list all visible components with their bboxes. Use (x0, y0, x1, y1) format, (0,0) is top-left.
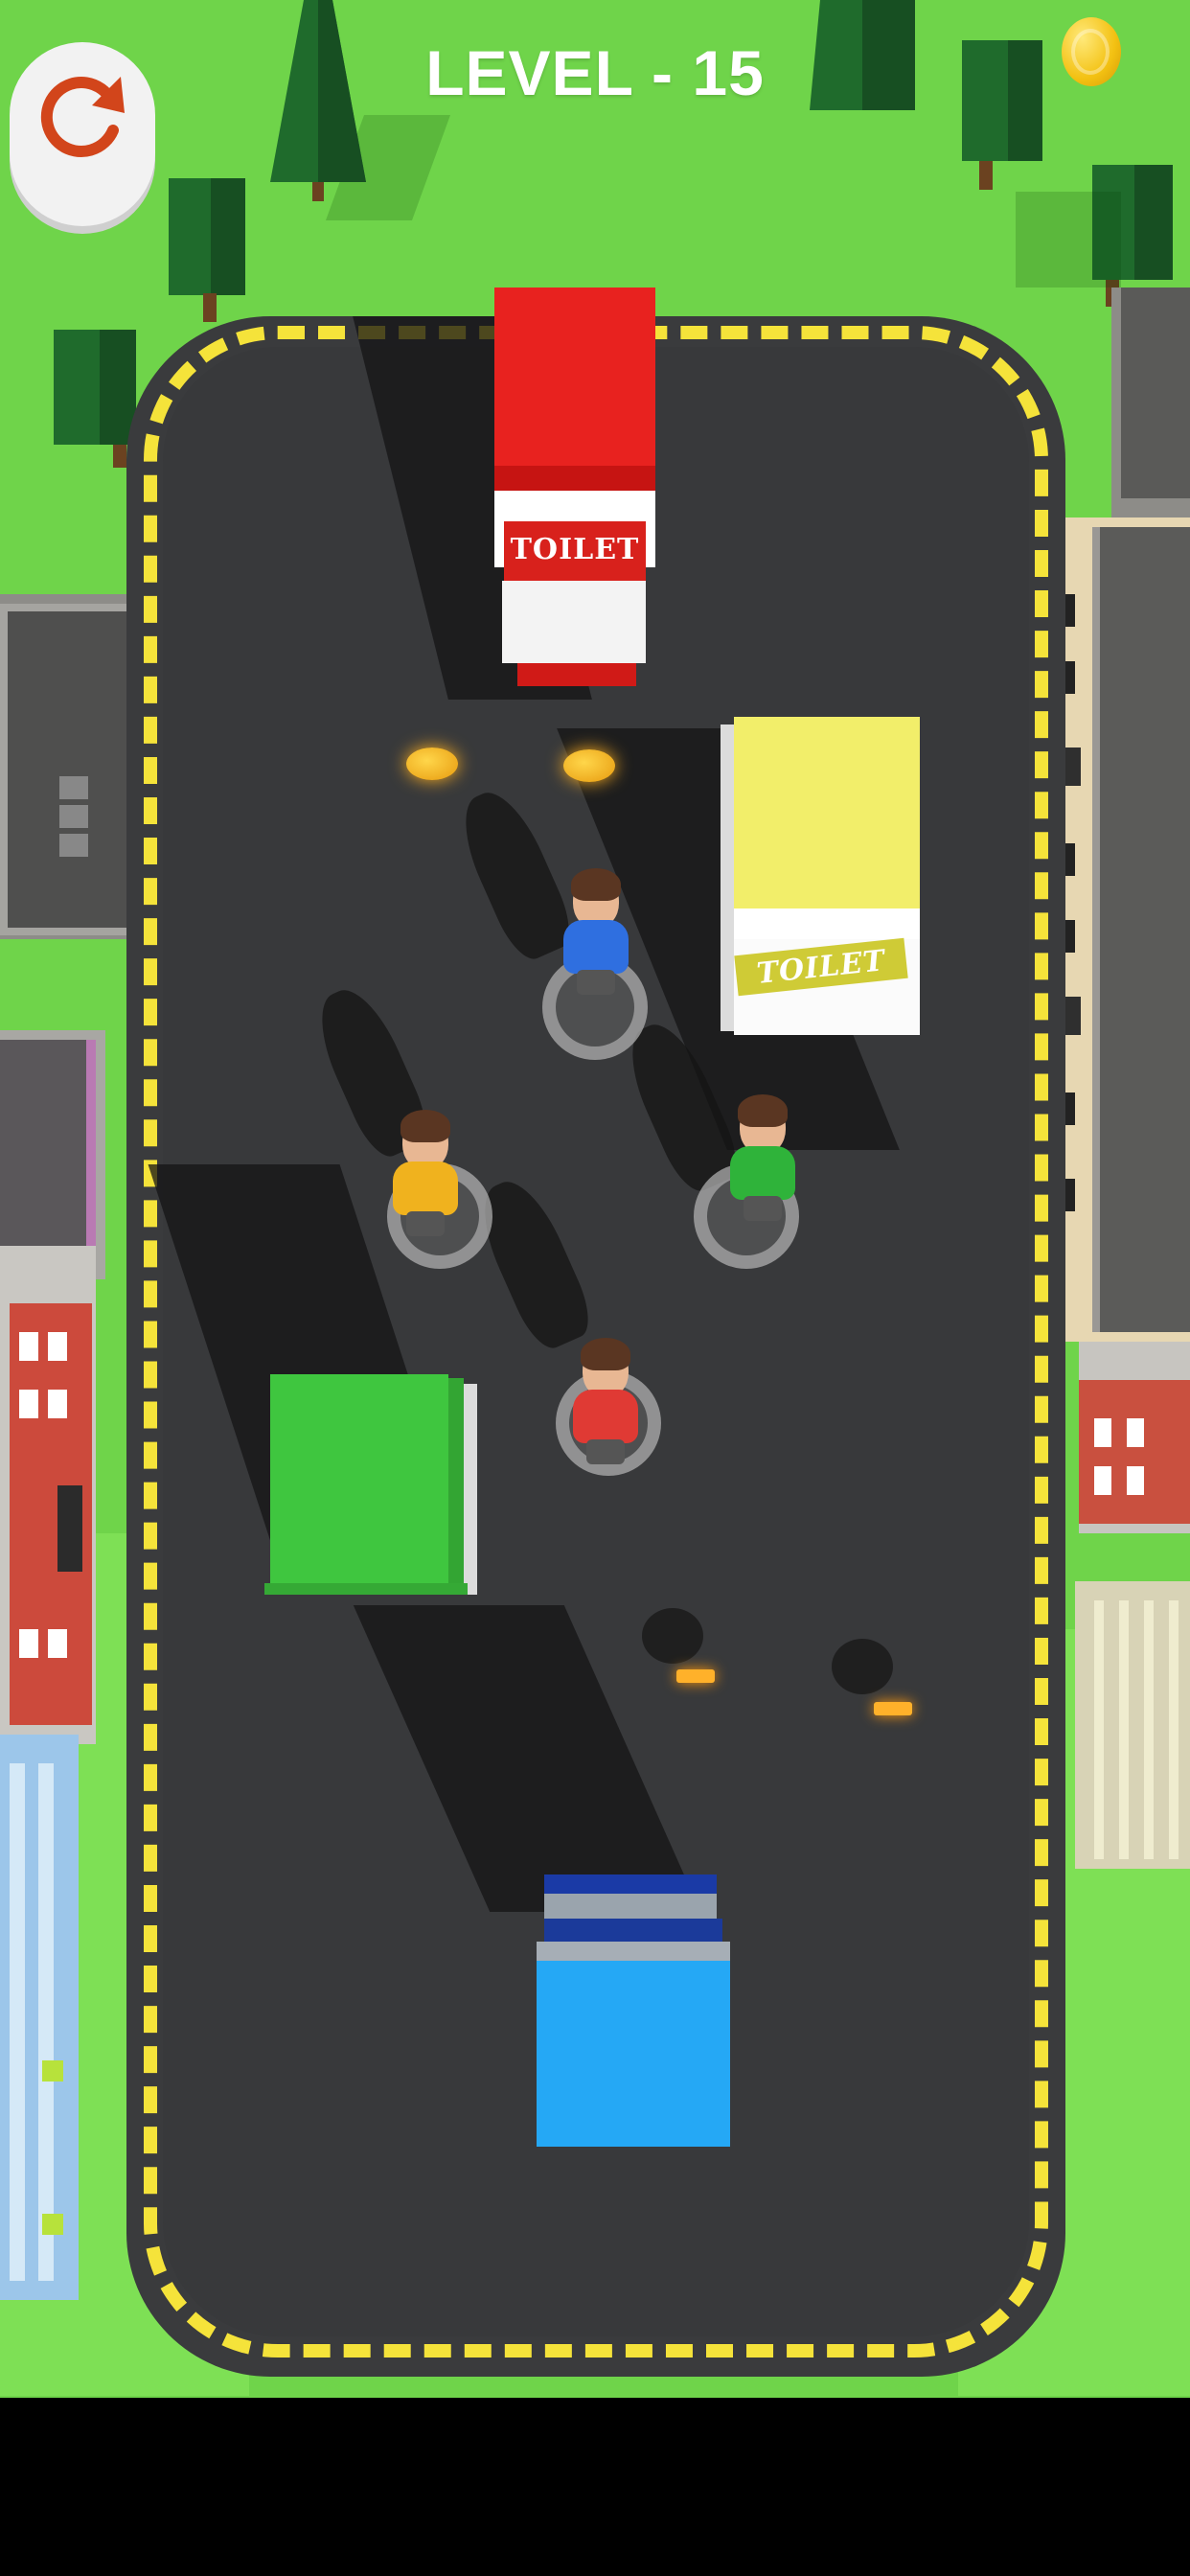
building-red-right (1079, 1342, 1190, 1533)
character-green-shirt[interactable] (721, 1094, 807, 1225)
building-red-left (0, 1246, 96, 1744)
building-tan-right (1044, 518, 1190, 1342)
character-yellow-shirt[interactable] (383, 1110, 469, 1240)
game-scene: TOILET TOILET LEVEL - 15 (0, 0, 1190, 2398)
yellow-toilet[interactable]: TOILET (721, 717, 920, 1035)
building-grey-right (1111, 288, 1190, 518)
dark-spot (832, 1639, 893, 1694)
building-blue-left (0, 1735, 79, 2300)
spark-effect (874, 1702, 912, 1715)
character-blue-shirt[interactable] (554, 868, 640, 999)
coin-pickup (406, 748, 458, 780)
dark-spot (642, 1608, 703, 1664)
bottom-black-bar (0, 2398, 1190, 2576)
building-cream-right (1075, 1581, 1190, 1869)
green-toilet[interactable] (264, 1374, 477, 1595)
gold-coin-icon (1062, 17, 1121, 86)
character-red-shirt[interactable] (563, 1338, 650, 1468)
tree-shadow (1016, 192, 1121, 288)
coin-pickup (563, 749, 615, 782)
building-purple-roof (0, 1030, 105, 1279)
level-title: LEVEL - 15 (425, 37, 765, 108)
red-toilet-label: TOILET (510, 533, 640, 566)
blue-toilet[interactable] (537, 1874, 730, 2191)
tree (169, 178, 249, 322)
spark-effect (676, 1669, 715, 1683)
red-toilet[interactable]: TOILET (494, 288, 655, 688)
